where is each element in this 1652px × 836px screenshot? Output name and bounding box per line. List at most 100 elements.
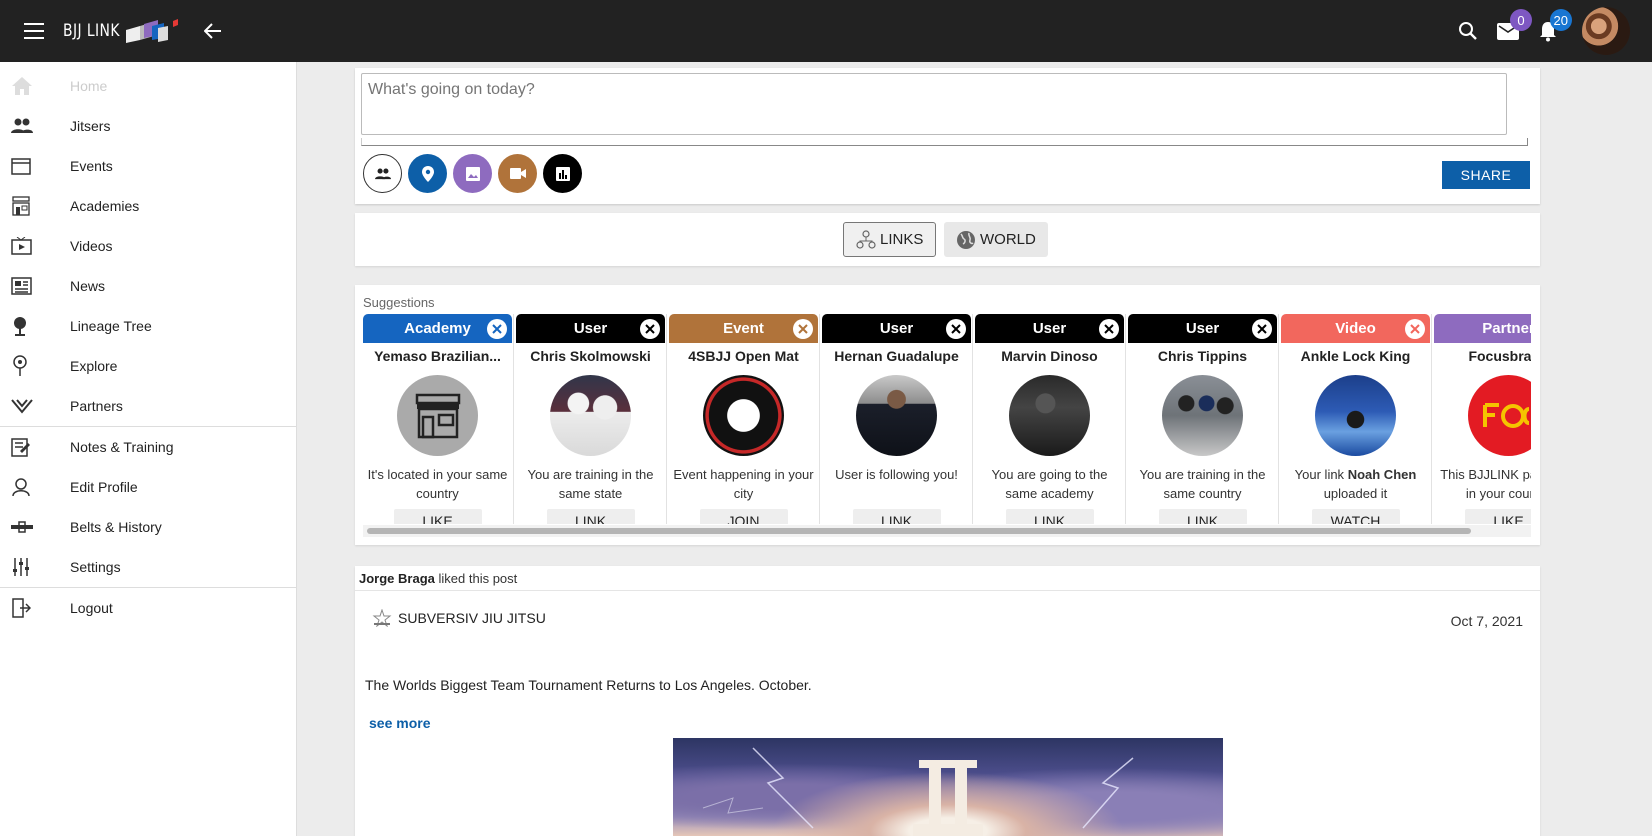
sidebar-item-videos[interactable]: Videos (0, 226, 296, 266)
dismiss-close-icon[interactable] (793, 319, 813, 339)
suggestion-card[interactable]: User Chris Tippins You are training in t… (1128, 314, 1277, 524)
suggestion-name: Chris Tippins (1157, 348, 1248, 364)
post-input[interactable] (361, 73, 1507, 135)
sidebar-item-explore[interactable]: Explore (0, 346, 296, 386)
carousel-scrollbar-thumb[interactable] (367, 528, 1471, 534)
sidebar-item-academies[interactable]: Academies (0, 186, 296, 226)
sidebar-item-home[interactable]: Home (0, 66, 296, 106)
add-video-button[interactable] (498, 154, 537, 193)
lightning-pillar-image (702, 747, 1134, 836)
suggestion-card[interactable]: Academy Yemaso Brazilian... It's located… (363, 314, 512, 524)
dismiss-close-icon[interactable] (946, 319, 966, 339)
suggestion-card[interactable]: User Hernan Guadalupe User is following … (822, 314, 971, 524)
see-more-link[interactable]: see more (369, 715, 430, 731)
add-poll-button[interactable] (543, 154, 582, 193)
back-arrow-icon[interactable] (198, 16, 228, 46)
profile-photo[interactable] (550, 375, 631, 456)
sidebar-item-label: Notes & Training (70, 439, 174, 455)
hamburger-menu-icon[interactable] (19, 16, 49, 46)
suggestion-card[interactable]: Partner Focusbrand This BJJLINK partner … (1434, 314, 1531, 524)
share-button[interactable]: SHARE (1442, 161, 1530, 189)
suggestion-card[interactable]: Event 4SBJJ Open Mat Event happening in … (669, 314, 818, 524)
sidebar-item-lineage-tree[interactable]: Lineage Tree (0, 306, 296, 346)
image-icon (465, 166, 480, 181)
like-button[interactable]: LIKE (393, 509, 482, 524)
news-icon (0, 277, 70, 295)
sidebar-item-label: Academies (70, 198, 140, 214)
liker-name[interactable]: Jorge Braga (359, 571, 435, 586)
suggestion-name: Hernan Guadalupe (834, 348, 959, 364)
suggestion-card[interactable]: Video Ankle Lock King Your link Noah Che… (1281, 314, 1430, 524)
suggestion-card[interactable]: User Marvin Dinoso You are going to the … (975, 314, 1124, 524)
sidebar-item-notes-training[interactable]: Notes & Training (0, 427, 296, 467)
tag-people-button[interactable] (363, 154, 402, 193)
search-icon[interactable] (1448, 11, 1488, 51)
suggestion-type-header: User (516, 314, 665, 343)
suggestion-type-header: Partner (1434, 314, 1531, 343)
suggestion-name: Ankle Lock King (1300, 348, 1411, 364)
network-icon (856, 229, 876, 249)
partner-logo[interactable] (1468, 375, 1531, 456)
suggestion-reason: It's located in your same country (367, 467, 508, 501)
sidebar-item-logout[interactable]: Logout (0, 588, 296, 628)
links-feed-button[interactable]: LINKS (843, 222, 937, 257)
sidebar-item-label: Explore (70, 358, 118, 374)
sidebar-item-news[interactable]: News (0, 266, 296, 306)
link-button[interactable]: LINK (1005, 509, 1094, 524)
sidebar-item-edit-profile[interactable]: Edit Profile (0, 467, 296, 507)
suggestion-name: Chris Skolmowski (530, 348, 651, 364)
sidebar-item-label: Partners (70, 398, 123, 414)
partners-icon (0, 398, 70, 414)
sidebar-item-belts-history[interactable]: Belts & History (0, 507, 296, 547)
composer-input-border (361, 138, 1528, 146)
card-divider (972, 314, 973, 524)
profile-photo[interactable] (1162, 375, 1243, 456)
add-photo-button[interactable] (453, 154, 492, 193)
profile-photo[interactable] (1009, 375, 1090, 456)
suggestion-reason: This BJJLINK partner is in your country (1440, 467, 1531, 501)
reason-text: Your link (1294, 467, 1345, 482)
link-button[interactable]: LINK (546, 509, 635, 524)
dismiss-close-icon[interactable] (1099, 319, 1119, 339)
sidebar-item-partners[interactable]: Partners (0, 386, 296, 426)
suggestion-name: Yemaso Brazilian... (374, 348, 501, 364)
edit-profile-icon (0, 477, 70, 497)
event-logo[interactable] (703, 375, 784, 456)
user-avatar[interactable] (1582, 7, 1630, 55)
suggestion-type: User (879, 320, 914, 337)
dismiss-close-icon[interactable] (640, 319, 660, 339)
messages-icon[interactable]: 0 (1488, 9, 1532, 51)
like-button[interactable]: LIKE (1464, 509, 1531, 524)
add-location-button[interactable] (408, 154, 447, 193)
dismiss-close-icon[interactable] (1252, 319, 1272, 339)
sidebar-item-label: Lineage Tree (70, 318, 152, 334)
sidebar-item-events[interactable]: Events (0, 146, 296, 186)
suggestion-type: Partner (1482, 320, 1531, 337)
dismiss-close-icon[interactable] (487, 319, 507, 339)
link-button[interactable]: LINK (852, 509, 941, 524)
join-button[interactable]: JOIN (699, 509, 788, 524)
suggestions-carousel[interactable]: Academy Yemaso Brazilian... It's located… (363, 314, 1531, 524)
video-thumbnail[interactable] (1315, 375, 1396, 456)
tree-icon (0, 316, 70, 336)
sidebar-item-settings[interactable]: Settings (0, 547, 296, 587)
post-author[interactable]: SUBVERSIV JIU JITSU (372, 609, 546, 627)
suggestion-type-header: Video (1281, 314, 1430, 343)
sidebar-item-label: Edit Profile (70, 479, 138, 495)
app-logo[interactable]: BJJ LINK (63, 16, 180, 46)
notifications-bell-icon[interactable]: 20 (1528, 9, 1572, 51)
carousel-scrollbar[interactable] (363, 525, 1531, 537)
post-image[interactable] (673, 738, 1223, 836)
sidebar-item-jitsers[interactable]: Jitsers (0, 106, 296, 146)
dismiss-close-icon[interactable] (1405, 319, 1425, 339)
home-icon (0, 76, 70, 96)
academy-storefront-icon[interactable] (397, 375, 478, 456)
card-divider (1431, 314, 1432, 524)
watch-button[interactable]: WATCH (1311, 509, 1400, 524)
suggestion-type-header: Event (669, 314, 818, 343)
profile-photo[interactable] (856, 375, 937, 456)
link-button[interactable]: LINK (1158, 509, 1247, 524)
suggestion-card[interactable]: User Chris Skolmowski You are training i… (516, 314, 665, 524)
academy-icon (0, 196, 70, 216)
world-feed-button[interactable]: WORLD (944, 222, 1048, 257)
